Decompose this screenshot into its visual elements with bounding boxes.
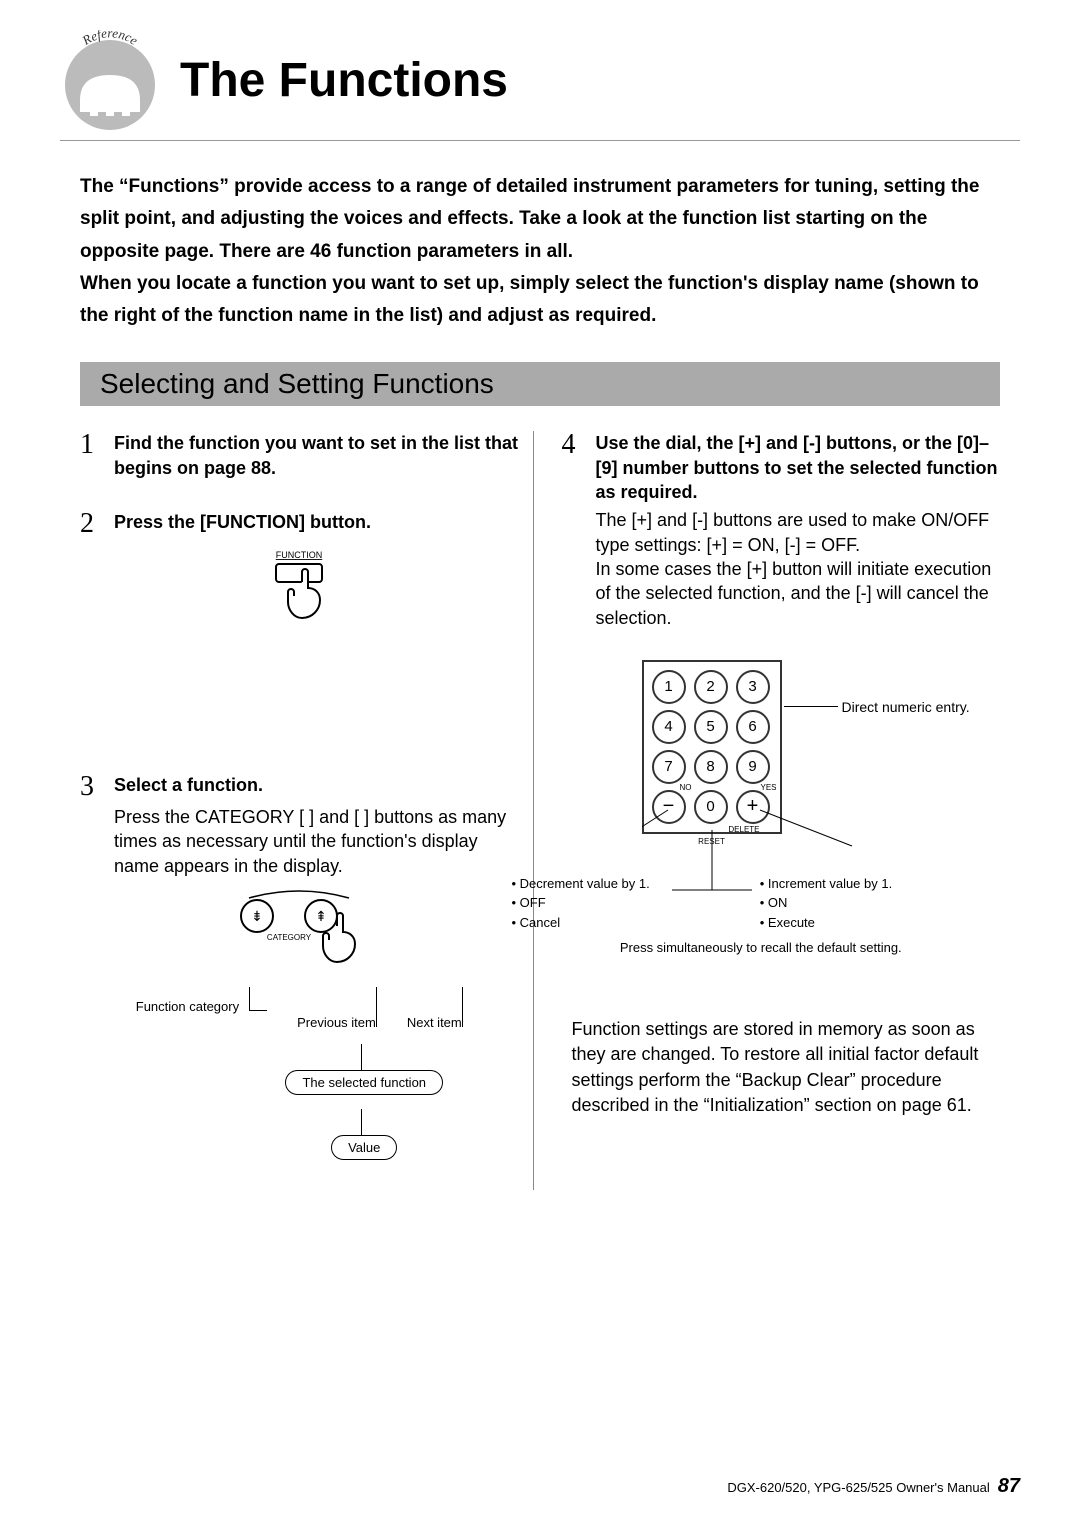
simultaneous-press-note: Press simultaneously to recall the defau…: [522, 940, 1001, 957]
key-3: 3: [736, 670, 770, 704]
key-minus: −: [652, 790, 686, 824]
step-title: Use the dial, the [+] and [-] buttons, o…: [596, 431, 1001, 504]
value-pill: Value: [80, 1135, 519, 1160]
key-9: 9: [736, 750, 770, 784]
step-number: 4: [562, 431, 584, 459]
page-footer: DGX-620/520, YPG-625/525 Owner's Manual …: [727, 1475, 1020, 1498]
key-8: 8: [694, 750, 728, 784]
step-2: 2 Press the [FUNCTION] button. FUNCTION: [80, 510, 519, 633]
step-number: 1: [80, 431, 102, 459]
memory-note: Function settings are stored in memory a…: [572, 1017, 1001, 1118]
key-6: 6: [736, 710, 770, 744]
function-button-figure: FUNCTION: [80, 548, 519, 633]
keypad-annotations: Decrement value by 1. OFF Cancel Increme…: [512, 874, 1001, 933]
keypad: 1 2 3 4 5 6 7 8 9 − 0 + NO YES DELETE RE…: [642, 660, 782, 834]
step-number: 3: [80, 773, 102, 801]
key-0: 0: [694, 790, 728, 824]
label-yes: YES: [760, 783, 776, 792]
selected-function-pill: The selected function: [80, 1070, 519, 1095]
reference-badge: Reference: [60, 30, 160, 130]
step-title: Select a function.: [114, 773, 263, 797]
keypad-figure: 1 2 3 4 5 6 7 8 9 − 0 + NO YES DELETE RE…: [642, 660, 1001, 834]
label-function-category: Function category: [136, 983, 267, 1030]
step-title: Press the [FUNCTION] button.: [114, 510, 371, 534]
label-delete: DELETE: [728, 825, 759, 834]
label-no: NO: [680, 783, 692, 792]
category-buttons-figure: ⇟ ⇞ CATEGORY: [80, 890, 519, 975]
svg-text:⇞: ⇞: [315, 908, 327, 924]
page-title: The Functions: [180, 53, 508, 108]
key-4: 4: [652, 710, 686, 744]
key-2: 2: [694, 670, 728, 704]
step-3: 3 Select a function. Press the CATEGORY …: [80, 773, 519, 1160]
columns: 1 Find the function you want to set in t…: [80, 431, 1000, 1189]
label-previous-item: Previous item: [297, 983, 377, 1030]
increment-annotation: Increment value by 1. ON Execute: [760, 874, 892, 933]
step-number: 2: [80, 510, 102, 538]
step-title: Find the function you want to set in the…: [114, 431, 519, 480]
key-1: 1: [652, 670, 686, 704]
key-5: 5: [694, 710, 728, 744]
intro-paragraph: The “Functions” provide access to a rang…: [80, 171, 1000, 332]
key-plus: +: [736, 790, 770, 824]
direct-entry-note: Direct numeric entry.: [842, 698, 982, 716]
section-title: Selecting and Setting Functions: [80, 362, 1000, 406]
step-4: 4 Use the dial, the [+] and [-] buttons,…: [562, 431, 1001, 957]
function-button-label: FUNCTION: [276, 550, 323, 560]
step-body: Press the CATEGORY [ ] and [ ] buttons a…: [114, 805, 519, 878]
label-reset: RESET: [698, 837, 725, 846]
category-label: CATEGORY: [267, 933, 312, 942]
svg-text:⇟: ⇟: [251, 908, 263, 924]
category-labels-row: Function category Previous item Next ite…: [80, 983, 519, 1030]
page-number: 87: [998, 1475, 1020, 1498]
column-right: 4 Use the dial, the [+] and [-] buttons,…: [562, 431, 1001, 1189]
decrement-annotation: Decrement value by 1. OFF Cancel: [512, 874, 650, 933]
key-7: 7: [652, 750, 686, 784]
label-next-item: Next item: [407, 983, 463, 1030]
step-1: 1 Find the function you want to set in t…: [80, 431, 519, 480]
manual-title: DGX-620/520, YPG-625/525 Owner's Manual: [727, 1480, 989, 1495]
step-body: The [+] and [-] buttons are used to make…: [596, 508, 1001, 629]
page-header: Reference The Functions: [60, 30, 1020, 141]
column-left: 1 Find the function you want to set in t…: [80, 431, 534, 1189]
